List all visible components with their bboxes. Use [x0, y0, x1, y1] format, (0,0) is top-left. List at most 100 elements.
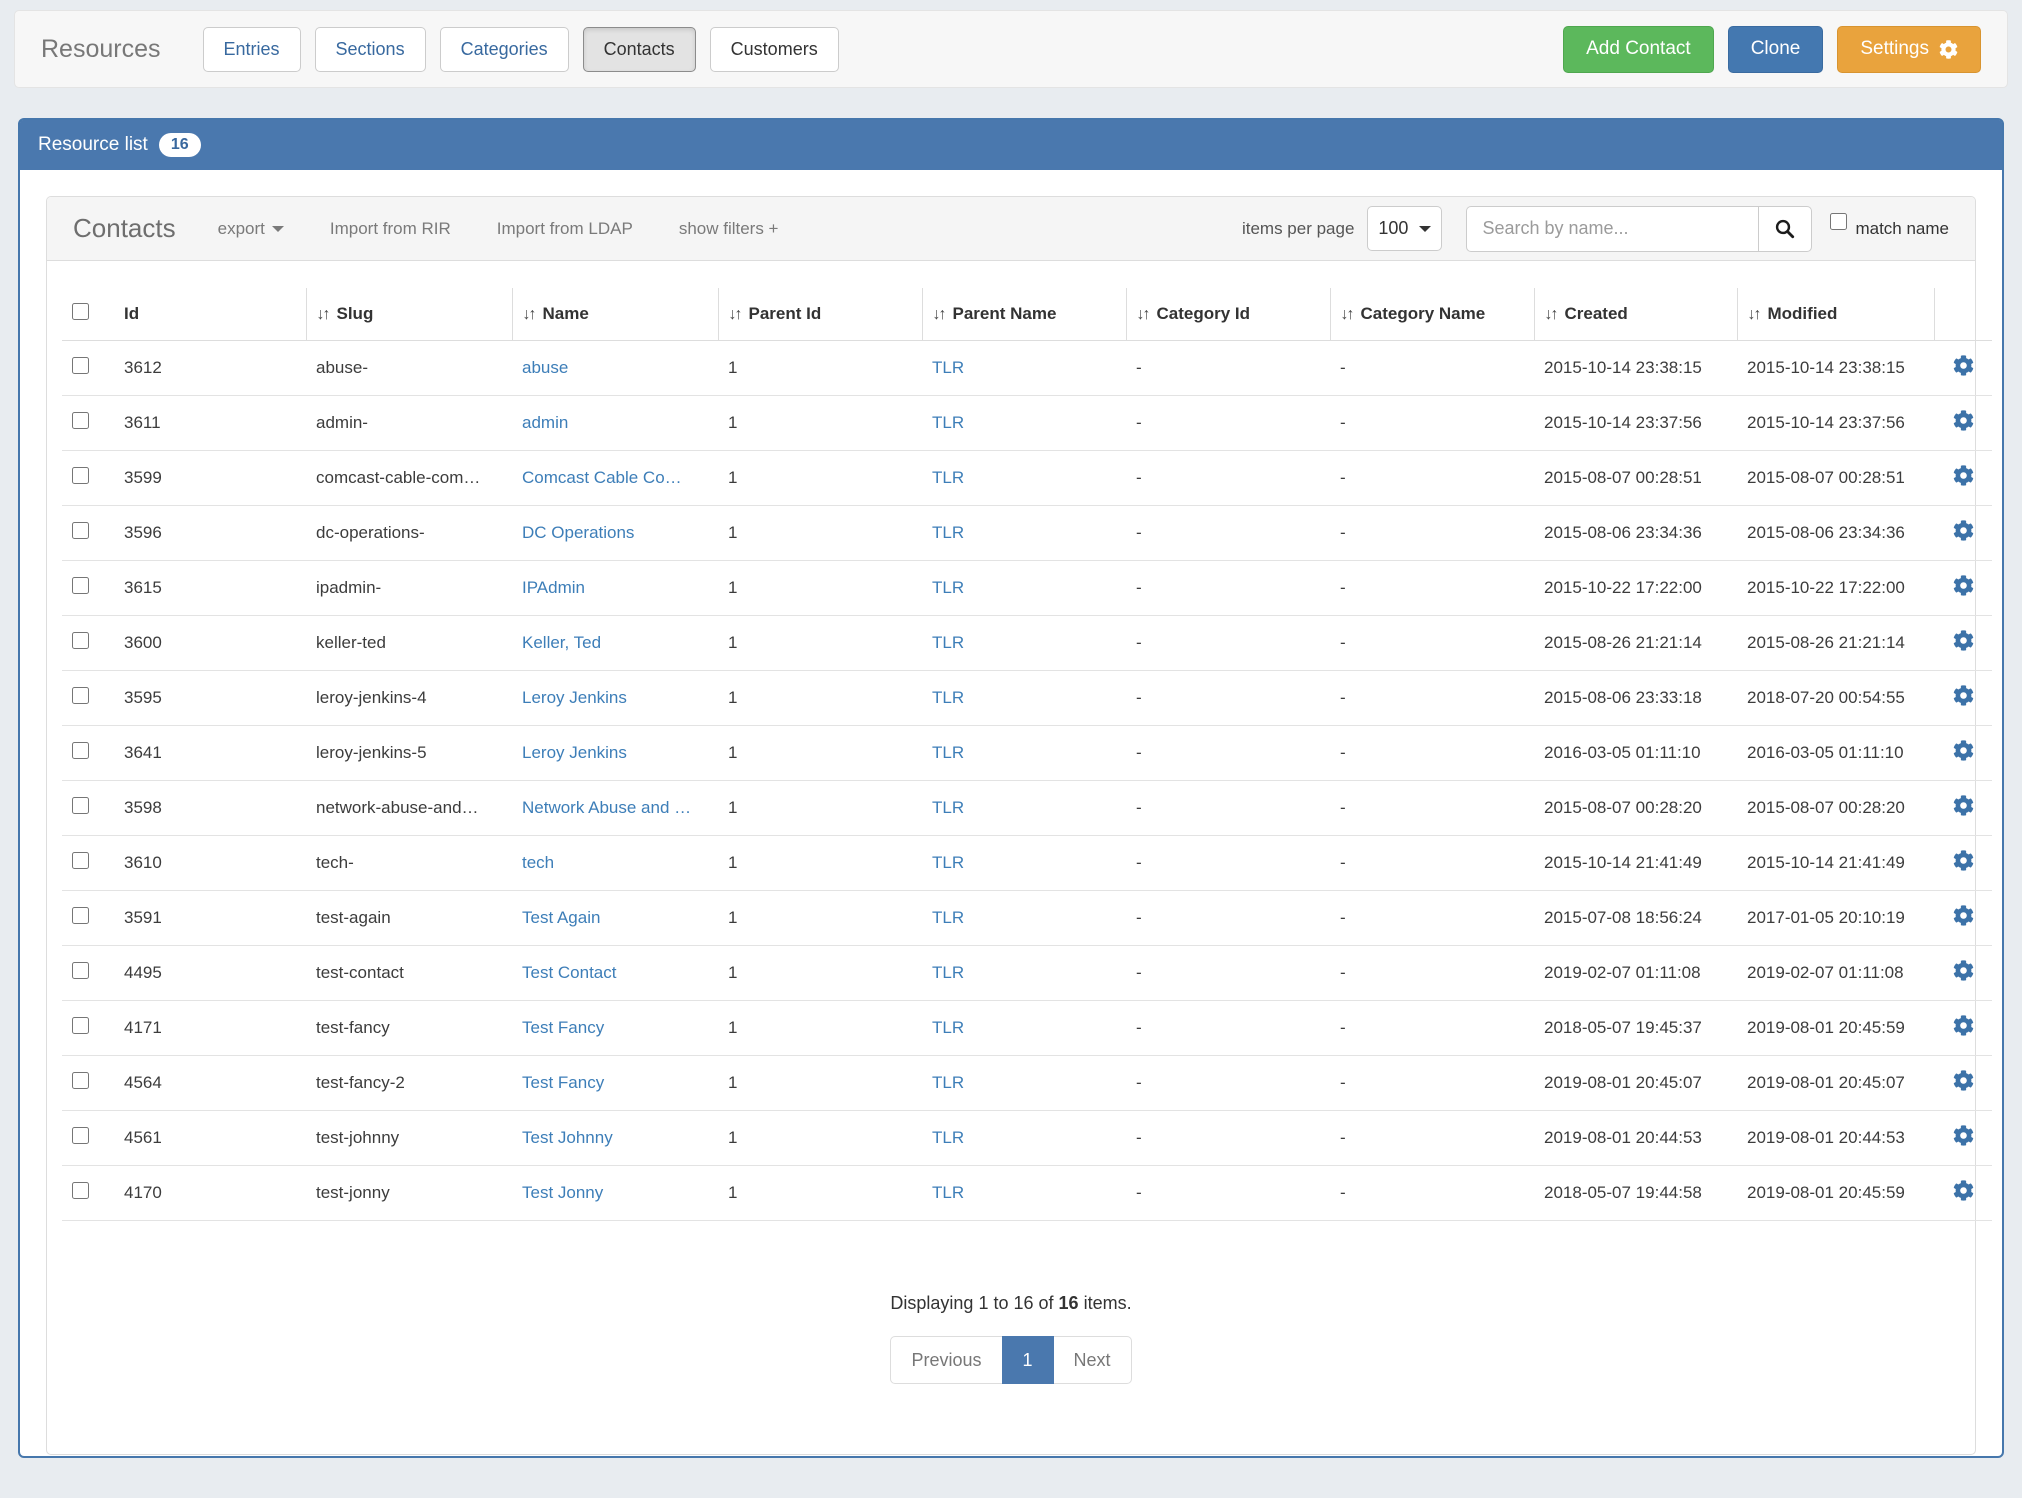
cell-category-name: - — [1330, 616, 1534, 671]
parent-name-link[interactable]: TLR — [932, 963, 964, 982]
name-link[interactable]: IPAdmin — [522, 578, 585, 597]
tab-contacts[interactable]: Contacts — [583, 27, 696, 72]
tab-customers[interactable]: Customers — [710, 27, 839, 72]
export-dropdown[interactable]: export — [218, 219, 284, 239]
row-checkbox[interactable] — [72, 577, 89, 594]
parent-name-link[interactable]: TLR — [932, 633, 964, 652]
name-link[interactable]: Keller, Ted — [522, 633, 601, 652]
row-actions[interactable] — [1934, 781, 1992, 836]
row-actions[interactable] — [1934, 946, 1992, 1001]
parent-name-link[interactable]: TLR — [932, 413, 964, 432]
parent-name-link[interactable]: TLR — [932, 798, 964, 817]
row-actions[interactable] — [1934, 451, 1992, 506]
column-header-created[interactable]: ↓↑Created — [1534, 288, 1737, 341]
name-link[interactable]: Test Contact — [522, 963, 617, 982]
row-actions[interactable] — [1934, 1166, 1992, 1221]
column-header-parent-id[interactable]: ↓↑Parent Id — [718, 288, 922, 341]
cell-created: 2015-10-14 23:37:56 — [1534, 396, 1737, 451]
caret-down-icon — [1419, 226, 1431, 232]
row-actions[interactable] — [1934, 726, 1992, 781]
name-link[interactable]: abuse — [522, 358, 568, 377]
row-actions[interactable] — [1934, 396, 1992, 451]
name-link[interactable]: Leroy Jenkins — [522, 688, 627, 707]
pagination-page-1[interactable]: 1 — [1002, 1336, 1054, 1384]
name-link[interactable]: Test Johnny — [522, 1128, 613, 1147]
row-actions[interactable] — [1934, 561, 1992, 616]
name-link[interactable]: Test Jonny — [522, 1183, 603, 1202]
name-link[interactable]: Test Fancy — [522, 1018, 604, 1037]
row-actions[interactable] — [1934, 341, 1992, 396]
row-checkbox[interactable] — [72, 797, 89, 814]
name-link[interactable]: tech — [522, 853, 554, 872]
row-checkbox[interactable] — [72, 1182, 89, 1199]
row-checkbox[interactable] — [72, 412, 89, 429]
parent-name-link[interactable]: TLR — [932, 1073, 964, 1092]
parent-name-link[interactable]: TLR — [932, 853, 964, 872]
row-actions[interactable] — [1934, 891, 1992, 946]
column-header-category-id[interactable]: ↓↑Category Id — [1126, 288, 1330, 341]
row-checkbox[interactable] — [72, 687, 89, 704]
row-checkbox[interactable] — [72, 907, 89, 924]
row-actions[interactable] — [1934, 671, 1992, 726]
row-checkbox[interactable] — [72, 467, 89, 484]
clone-button[interactable]: Clone — [1728, 26, 1824, 73]
row-checkbox[interactable] — [72, 1072, 89, 1089]
row-checkbox[interactable] — [72, 852, 89, 869]
row-checkbox[interactable] — [72, 742, 89, 759]
name-link[interactable]: Comcast Cable Co… — [522, 468, 682, 487]
add-contact-button[interactable]: Add Contact — [1563, 26, 1714, 73]
tab-entries[interactable]: Entries — [203, 27, 301, 72]
cell-category-name: - — [1330, 341, 1534, 396]
column-header-category-name[interactable]: ↓↑Category Name — [1330, 288, 1534, 341]
select-all-checkbox[interactable] — [72, 303, 89, 320]
row-checkbox[interactable] — [72, 1127, 89, 1144]
parent-name-link[interactable]: TLR — [932, 688, 964, 707]
row-checkbox[interactable] — [72, 522, 89, 539]
row-actions[interactable] — [1934, 506, 1992, 561]
row-actions[interactable] — [1934, 836, 1992, 891]
column-header-name[interactable]: ↓↑Name — [512, 288, 718, 341]
column-header-parent-name[interactable]: ↓↑Parent Name — [922, 288, 1126, 341]
show-filters-link[interactable]: show filters + — [679, 219, 779, 239]
row-actions[interactable] — [1934, 1111, 1992, 1166]
parent-name-link[interactable]: TLR — [932, 523, 964, 542]
row-actions[interactable] — [1934, 1001, 1992, 1056]
tab-categories[interactable]: Categories — [440, 27, 569, 72]
gear-icon — [1953, 685, 1974, 706]
search-button[interactable] — [1758, 206, 1812, 252]
row-checkbox[interactable] — [72, 1017, 89, 1034]
tab-sections[interactable]: Sections — [315, 27, 426, 72]
parent-name-link[interactable]: TLR — [932, 1183, 964, 1202]
pagination-previous[interactable]: Previous — [890, 1336, 1002, 1384]
name-link[interactable]: Network Abuse and … — [522, 798, 691, 817]
row-checkbox[interactable] — [72, 357, 89, 374]
pagination-next[interactable]: Next — [1053, 1336, 1132, 1384]
gear-icon — [1953, 905, 1974, 926]
search-input[interactable] — [1466, 206, 1758, 252]
settings-button[interactable]: Settings — [1837, 26, 1981, 73]
parent-name-link[interactable]: TLR — [932, 1128, 964, 1147]
parent-name-link[interactable]: TLR — [932, 908, 964, 927]
parent-name-link[interactable]: TLR — [932, 578, 964, 597]
cell-slug: ipadmin- — [306, 561, 512, 616]
gear-icon — [1953, 575, 1974, 596]
parent-name-link[interactable]: TLR — [932, 1018, 964, 1037]
parent-name-link[interactable]: TLR — [932, 468, 964, 487]
row-actions[interactable] — [1934, 616, 1992, 671]
import-rir-link[interactable]: Import from RIR — [330, 219, 451, 239]
column-header-modified[interactable]: ↓↑Modified — [1737, 288, 1934, 341]
name-link[interactable]: DC Operations — [522, 523, 634, 542]
name-link[interactable]: admin — [522, 413, 568, 432]
import-ldap-link[interactable]: Import from LDAP — [497, 219, 633, 239]
column-header-slug[interactable]: ↓↑Slug — [306, 288, 512, 341]
row-actions[interactable] — [1934, 1056, 1992, 1111]
row-checkbox[interactable] — [72, 632, 89, 649]
name-link[interactable]: Test Fancy — [522, 1073, 604, 1092]
parent-name-link[interactable]: TLR — [932, 743, 964, 762]
items-per-page-select[interactable]: 100 — [1367, 206, 1442, 251]
parent-name-link[interactable]: TLR — [932, 358, 964, 377]
row-checkbox[interactable] — [72, 962, 89, 979]
name-link[interactable]: Leroy Jenkins — [522, 743, 627, 762]
name-link[interactable]: Test Again — [522, 908, 600, 927]
match-name-checkbox[interactable] — [1830, 213, 1847, 230]
